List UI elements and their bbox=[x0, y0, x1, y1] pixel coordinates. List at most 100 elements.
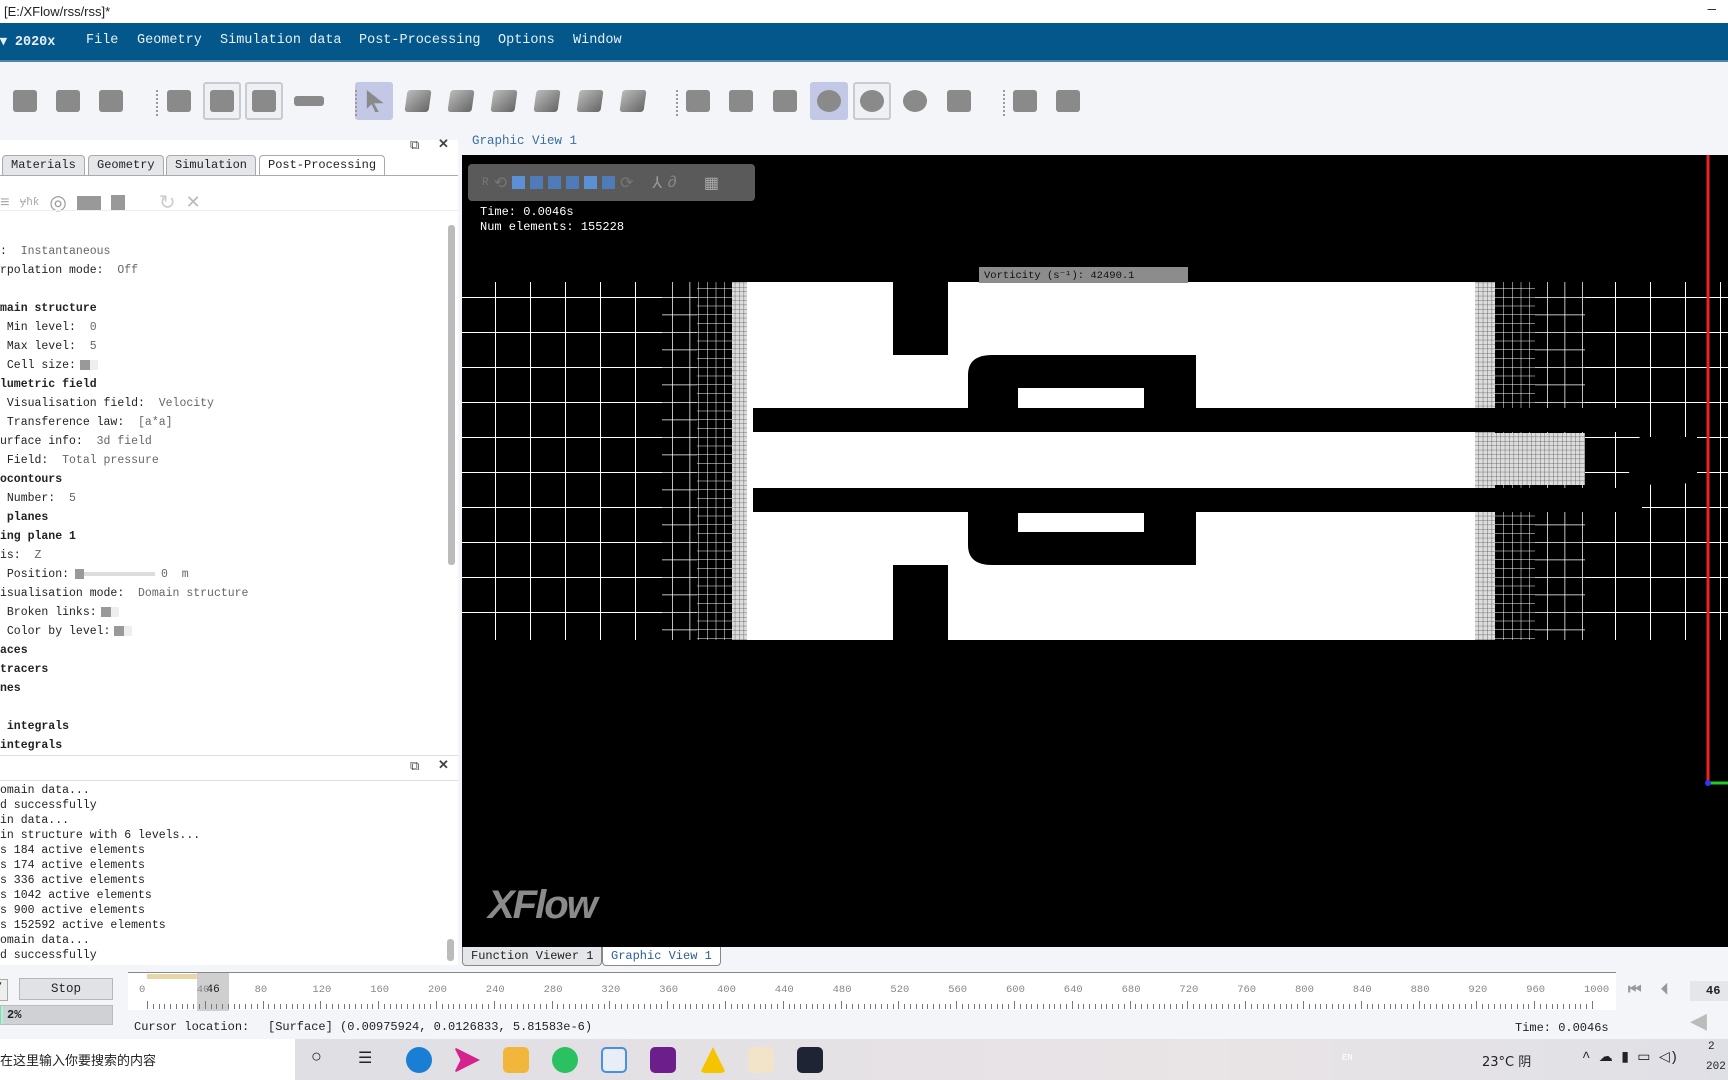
vector-field-icon[interactable]: ɏħƙ bbox=[20, 197, 40, 209]
export-button[interactable] bbox=[203, 82, 241, 120]
tree-item[interactable]: tracers bbox=[0, 660, 248, 679]
tree-item[interactable]: lumetric field bbox=[0, 375, 248, 394]
close-output-icon[interactable]: ✕ bbox=[438, 757, 449, 773]
weather-widget[interactable]: 23°C 阴 bbox=[1482, 1051, 1531, 1070]
language-indicator[interactable]: EN bbox=[1342, 1053, 1353, 1063]
tree-item[interactable]: Number: 5 bbox=[0, 489, 248, 508]
settings-gear-button[interactable] bbox=[92, 82, 130, 120]
view-top-icon[interactable] bbox=[584, 176, 598, 189]
cube-view-button[interactable] bbox=[245, 82, 283, 120]
grid-icon[interactable]: ▦ bbox=[704, 173, 719, 193]
view-back-icon[interactable] bbox=[530, 176, 544, 189]
rotate-cw-icon[interactable]: ⟳ bbox=[620, 173, 633, 193]
tree-item[interactable]: isualisation mode: Domain structure bbox=[0, 584, 248, 603]
mode-dropdown[interactable]: ▾ bbox=[0, 979, 8, 1001]
wave-button[interactable] bbox=[1049, 82, 1087, 120]
tree-item[interactable]: : Instantaneous bbox=[0, 242, 248, 261]
file-explorer-icon[interactable] bbox=[503, 1047, 529, 1073]
tree-item[interactable]: ocontours bbox=[0, 470, 248, 489]
cube-icon[interactable] bbox=[110, 195, 125, 211]
view-right-icon[interactable] bbox=[566, 176, 580, 189]
play-backward-icon[interactable]: ◀ bbox=[1690, 1009, 1707, 1035]
toggle-checkbox[interactable] bbox=[79, 359, 90, 370]
cortana-icon[interactable]: ○ bbox=[311, 1048, 322, 1068]
screen-recorder-icon[interactable] bbox=[797, 1047, 823, 1073]
select-cube-button[interactable] bbox=[399, 82, 437, 120]
tree-item[interactable]: urface info: 3d field bbox=[0, 432, 248, 451]
isosurface-button[interactable] bbox=[853, 82, 891, 120]
wechat-icon[interactable] bbox=[552, 1047, 578, 1073]
stop-button[interactable]: Stop bbox=[19, 978, 113, 1000]
probe-button[interactable] bbox=[766, 82, 804, 120]
timeline-slider[interactable]: 46 0 40 80 120 160 200 240 280 320 360 400 440 480 520… bbox=[128, 972, 1616, 1011]
menu-geometry[interactable]: Geometry bbox=[137, 33, 202, 48]
view-bottom-icon[interactable] bbox=[602, 176, 616, 189]
tree-item[interactable]: Transference law: [a*a] bbox=[0, 413, 248, 432]
video-clapper-button[interactable] bbox=[940, 82, 978, 120]
output-scrollbar[interactable] bbox=[447, 939, 454, 961]
refresh-icon[interactable]: ↻ bbox=[159, 190, 176, 216]
menu-window[interactable]: Window bbox=[573, 33, 622, 48]
note-app-icon[interactable] bbox=[650, 1047, 676, 1073]
menu-post-processing[interactable]: Post-Processing bbox=[359, 33, 481, 48]
isosurface-icon[interactable]: ◎ bbox=[49, 190, 66, 216]
reset-view-icon[interactable]: R bbox=[482, 177, 489, 189]
inspect-button[interactable] bbox=[810, 82, 848, 120]
menu-simulation-data[interactable]: Simulation data bbox=[220, 33, 342, 48]
save-as-button[interactable] bbox=[49, 82, 87, 120]
position-slider[interactable] bbox=[75, 568, 156, 579]
taskbar-search[interactable]: 在这里输入你要搜索的内容 bbox=[0, 1039, 295, 1080]
system-tray-icons[interactable]: ^ ☁ ▮ ▭ ◁) bbox=[1582, 1049, 1678, 1066]
tab-simulation[interactable]: Simulation bbox=[166, 155, 257, 175]
toggle-checkbox[interactable] bbox=[114, 625, 125, 636]
view-left-icon[interactable] bbox=[548, 176, 562, 189]
select-dark-button[interactable] bbox=[571, 82, 609, 120]
tree-item[interactable]: planes bbox=[0, 508, 248, 527]
xflow-taskbar-icon[interactable] bbox=[748, 1047, 774, 1073]
target-button[interactable] bbox=[896, 82, 934, 120]
select-edge-button[interactable] bbox=[485, 82, 523, 120]
select-face-button[interactable] bbox=[442, 82, 480, 120]
tree-item[interactable]: Cell size: bbox=[0, 356, 248, 375]
box-button[interactable] bbox=[1006, 82, 1044, 120]
clock-date[interactable]: 202 bbox=[1706, 1061, 1726, 1073]
menu-file[interactable]: File bbox=[86, 33, 118, 48]
frame-number-box[interactable]: 46 bbox=[1690, 981, 1728, 1001]
tree-item[interactable]: Max level: 5 bbox=[0, 337, 248, 356]
autocad-icon[interactable] bbox=[700, 1047, 726, 1073]
toggle-checkbox[interactable] bbox=[100, 606, 111, 617]
first-frame-icon[interactable]: ⏮ bbox=[1628, 981, 1642, 999]
cloud-app-icon[interactable] bbox=[601, 1047, 627, 1073]
link-icon[interactable]: ∂ bbox=[667, 174, 677, 192]
graphic-view-canvas[interactable]: R ⟲ ⟳ ⅄ ∂ ▦ Time: 0.0046s Num elements: … bbox=[462, 155, 1728, 947]
tree-scrollbar[interactable] bbox=[448, 225, 455, 565]
rotate-view-icon[interactable]: ⟲ bbox=[494, 173, 507, 193]
close-panel-icon[interactable]: ✕ bbox=[438, 136, 449, 152]
select-solid-button[interactable] bbox=[528, 82, 566, 120]
tab-geometry[interactable]: Geometry bbox=[88, 155, 164, 175]
import-button[interactable] bbox=[160, 82, 198, 120]
mesh-delete-button[interactable] bbox=[722, 82, 760, 120]
tree-item[interactable]: nes bbox=[0, 679, 248, 698]
save-button[interactable] bbox=[6, 82, 44, 120]
float-output-icon[interactable]: ⧉ bbox=[410, 758, 419, 774]
select-arrow-button[interactable] bbox=[355, 82, 393, 120]
tree-item[interactable]: Position: 0 m bbox=[0, 565, 248, 584]
app-menu[interactable]: ▾ 2020x bbox=[0, 33, 55, 50]
tree-item[interactable] bbox=[0, 698, 248, 717]
tab-graphic-view[interactable]: Graphic View 1 bbox=[602, 947, 721, 966]
axes-icon[interactable]: ⅄ bbox=[652, 173, 662, 193]
minimize-button[interactable]: — bbox=[1708, 2, 1716, 18]
video-camera-icon[interactable] bbox=[76, 196, 101, 210]
tree-item[interactable]: Color by level: bbox=[0, 622, 248, 641]
previous-frame-icon[interactable]: ⏴ bbox=[1661, 981, 1669, 999]
tree-item[interactable]: main structure bbox=[0, 299, 248, 318]
view-front-icon[interactable] bbox=[512, 176, 526, 189]
tree-item[interactable]: integrals bbox=[0, 736, 248, 755]
menu-options[interactable]: Options bbox=[498, 33, 555, 48]
select-vertex-button[interactable] bbox=[614, 82, 652, 120]
tree-item[interactable]: Visualisation field: Velocity bbox=[0, 394, 248, 413]
clock-time[interactable]: 2 bbox=[1708, 1041, 1715, 1053]
tree-item[interactable]: is: Z bbox=[0, 546, 248, 565]
tab-function-viewer[interactable]: Function Viewer 1 bbox=[462, 947, 603, 966]
